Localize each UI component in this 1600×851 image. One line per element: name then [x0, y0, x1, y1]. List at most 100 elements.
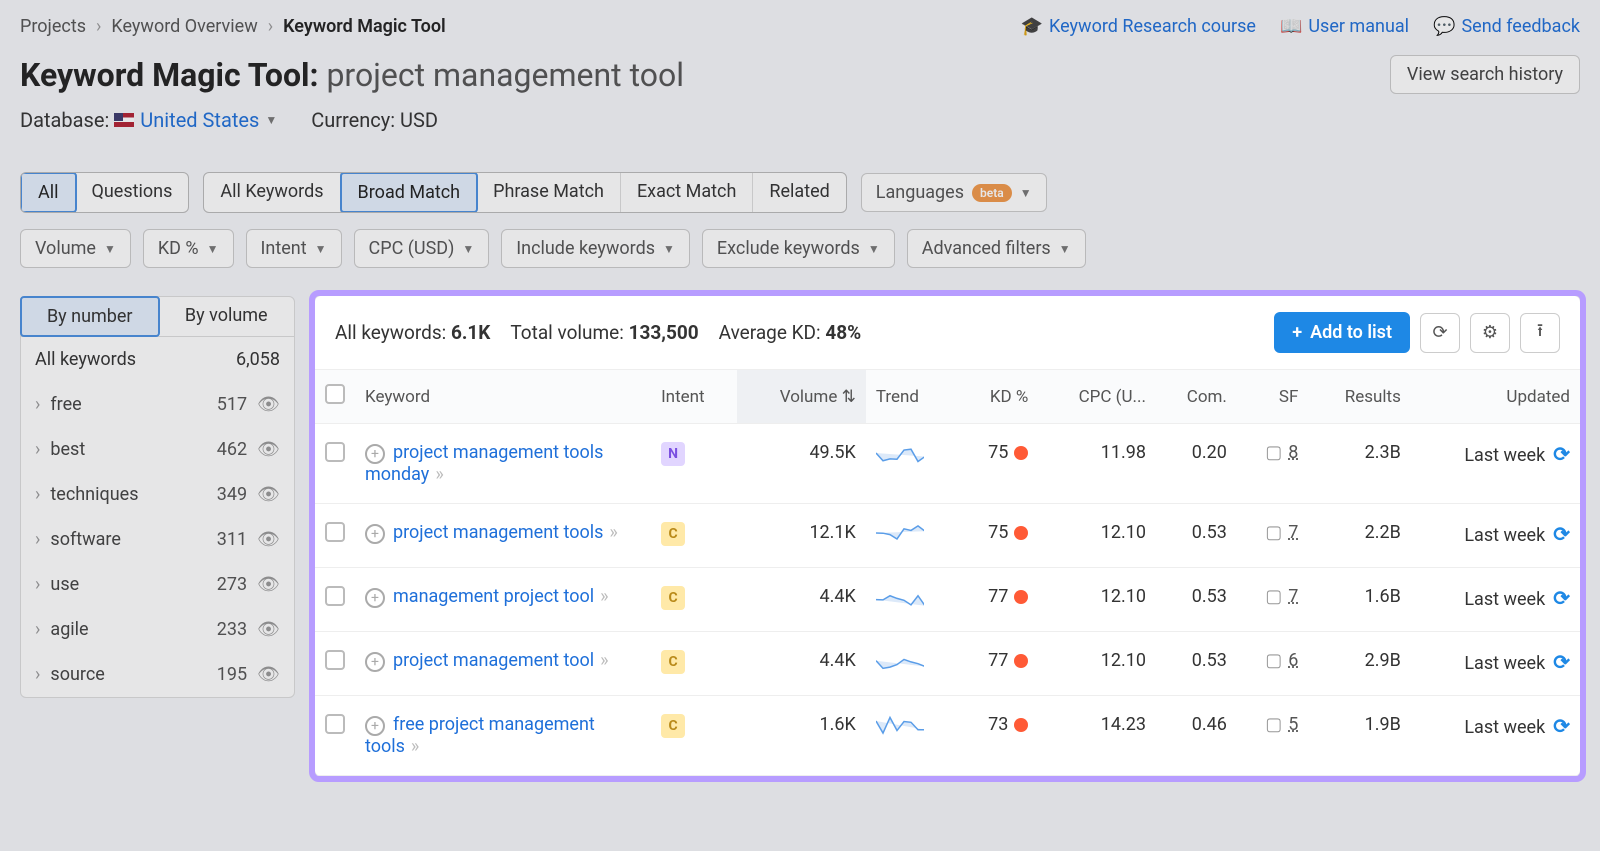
row-checkbox[interactable] — [325, 442, 345, 462]
trend-cell — [866, 504, 958, 568]
serp-features-icon: ▢ — [1265, 442, 1282, 463]
row-checkbox[interactable] — [325, 650, 345, 670]
chevron-down-icon: ▼ — [104, 242, 116, 256]
tab-exact-match[interactable]: Exact Match — [621, 173, 753, 212]
filter-intent[interactable]: Intent ▼ — [246, 229, 342, 268]
cpc-cell: 11.98 — [1038, 424, 1156, 504]
tab-questions[interactable]: Questions — [76, 173, 189, 212]
send-feedback-link[interactable]: 💬Send feedback — [1433, 16, 1580, 37]
expand-icon[interactable]: + — [365, 444, 385, 464]
expand-icon[interactable]: + — [365, 716, 385, 736]
expand-icon[interactable]: + — [365, 652, 385, 672]
sf-cell: ▢6 — [1237, 632, 1309, 696]
column-header[interactable]: Intent — [651, 370, 737, 424]
results-panel: All keywords: 6.1K Total volume: 133,500… — [315, 296, 1580, 776]
user-manual-link[interactable]: 📖User manual — [1280, 16, 1409, 37]
refresh-icon[interactable]: ⟳ — [1553, 522, 1570, 546]
sort-icon: ⇅ — [842, 387, 856, 407]
column-header[interactable]: Results — [1308, 370, 1410, 424]
refresh-button[interactable]: ⟳ — [1420, 313, 1460, 353]
filter-volume[interactable]: Volume ▼ — [20, 229, 131, 268]
question-filter-tabs: AllQuestions — [20, 172, 189, 213]
filter-kd-[interactable]: KD % ▼ — [143, 229, 234, 268]
keyword-research-course-link[interactable]: 🎓Keyword Research course — [1021, 16, 1256, 37]
export-button[interactable]: ⭱ — [1520, 313, 1560, 353]
chat-icon: 💬 — [1433, 16, 1455, 37]
row-checkbox[interactable] — [325, 714, 345, 734]
sidebar-tab-by-number[interactable]: By number — [20, 296, 160, 337]
eye-icon[interactable]: 👁 — [257, 664, 280, 685]
volume-cell: 4.4K — [737, 632, 866, 696]
row-checkbox[interactable] — [325, 586, 345, 606]
eye-icon[interactable]: 👁 — [257, 439, 280, 460]
sidebar-item-source[interactable]: ›source195👁 — [21, 652, 294, 697]
refresh-icon[interactable]: ⟳ — [1553, 650, 1570, 674]
tab-broad-match[interactable]: Broad Match — [340, 172, 479, 213]
column-header[interactable]: Trend — [866, 370, 958, 424]
column-header[interactable]: SF — [1237, 370, 1309, 424]
com-cell: 0.46 — [1156, 696, 1237, 776]
sidebar-item-software[interactable]: ›software311👁 — [21, 517, 294, 562]
chevron-right-icon: › — [35, 529, 40, 550]
refresh-icon[interactable]: ⟳ — [1553, 586, 1570, 610]
filter-include-keywords[interactable]: Include keywords ▼ — [501, 229, 690, 268]
column-header[interactable]: CPC (U... — [1038, 370, 1156, 424]
filter-cpc-usd-[interactable]: CPC (USD) ▼ — [354, 229, 490, 268]
column-header[interactable]: Volume ⇅ — [737, 370, 866, 424]
com-cell: 0.20 — [1156, 424, 1237, 504]
keyword-link[interactable]: free project management tools — [365, 714, 595, 757]
languages-dropdown[interactable]: Languages beta ▼ — [861, 173, 1047, 212]
chevron-right-icon: › — [35, 619, 40, 640]
keyword-link[interactable]: project management tool — [393, 650, 594, 671]
difficulty-dot-icon — [1014, 526, 1028, 540]
keyword-link[interactable]: project management tools monday — [365, 442, 603, 485]
view-search-history-button[interactable]: View search history — [1390, 55, 1580, 94]
filter-exclude-keywords[interactable]: Exclude keywords ▼ — [702, 229, 895, 268]
chevron-down-icon: ▼ — [265, 113, 277, 127]
column-header[interactable]: Keyword — [355, 370, 651, 424]
keyword-link[interactable]: project management tools — [393, 522, 603, 543]
database-selector[interactable]: United States ▼ — [114, 108, 277, 132]
column-header[interactable]: KD % — [957, 370, 1038, 424]
settings-button[interactable]: ⚙ — [1470, 313, 1510, 353]
refresh-icon[interactable]: ⟳ — [1553, 442, 1570, 466]
eye-icon[interactable]: 👁 — [257, 619, 280, 640]
tab-related[interactable]: Related — [753, 173, 845, 212]
sidebar-item-agile[interactable]: ›agile233👁 — [21, 607, 294, 652]
difficulty-dot-icon — [1014, 718, 1028, 732]
breadcrumb-item[interactable]: Keyword Overview — [111, 16, 257, 37]
keyword-link[interactable]: management project tool — [393, 586, 594, 607]
cpc-cell: 14.23 — [1038, 696, 1156, 776]
tab-phrase-match[interactable]: Phrase Match — [477, 173, 621, 212]
sf-cell: ▢7 — [1237, 504, 1309, 568]
filter-advanced-filters[interactable]: Advanced filters ▼ — [907, 229, 1086, 268]
sidebar-item-free[interactable]: ›free517👁 — [21, 382, 294, 427]
sidebar-item-best[interactable]: ›best462👁 — [21, 427, 294, 472]
top-links: 🎓Keyword Research course 📖User manual 💬S… — [1021, 16, 1580, 37]
eye-icon[interactable]: 👁 — [257, 484, 280, 505]
eye-icon[interactable]: 👁 — [257, 394, 280, 415]
sidebar-tab-by-volume[interactable]: By volume — [159, 297, 295, 336]
upload-icon: ⭱ — [1537, 318, 1543, 348]
select-all-checkbox[interactable] — [325, 384, 345, 404]
tab-all-keywords[interactable]: All Keywords — [204, 173, 340, 212]
refresh-icon[interactable]: ⟳ — [1553, 714, 1570, 738]
column-header[interactable]: Updated — [1411, 370, 1580, 424]
expand-icon[interactable]: + — [365, 588, 385, 608]
sidebar-item-use[interactable]: ›use273👁 — [21, 562, 294, 607]
volume-cell: 1.6K — [737, 696, 866, 776]
column-header[interactable]: Com. — [1156, 370, 1237, 424]
eye-icon[interactable]: 👁 — [257, 529, 280, 550]
sidebar-item-techniques[interactable]: ›techniques349👁 — [21, 472, 294, 517]
row-checkbox[interactable] — [325, 522, 345, 542]
breadcrumb-item[interactable]: Projects — [20, 16, 86, 37]
expand-icon[interactable]: + — [365, 524, 385, 544]
chevron-right-icon: › — [268, 16, 273, 37]
add-to-list-button[interactable]: +Add to list — [1274, 312, 1410, 353]
chevron-down-icon: ▼ — [315, 242, 327, 256]
difficulty-dot-icon — [1014, 446, 1028, 460]
eye-icon[interactable]: 👁 — [257, 574, 280, 595]
results-cell: 2.2B — [1308, 504, 1410, 568]
plus-icon: + — [1292, 322, 1302, 343]
tab-all[interactable]: All — [20, 172, 77, 213]
